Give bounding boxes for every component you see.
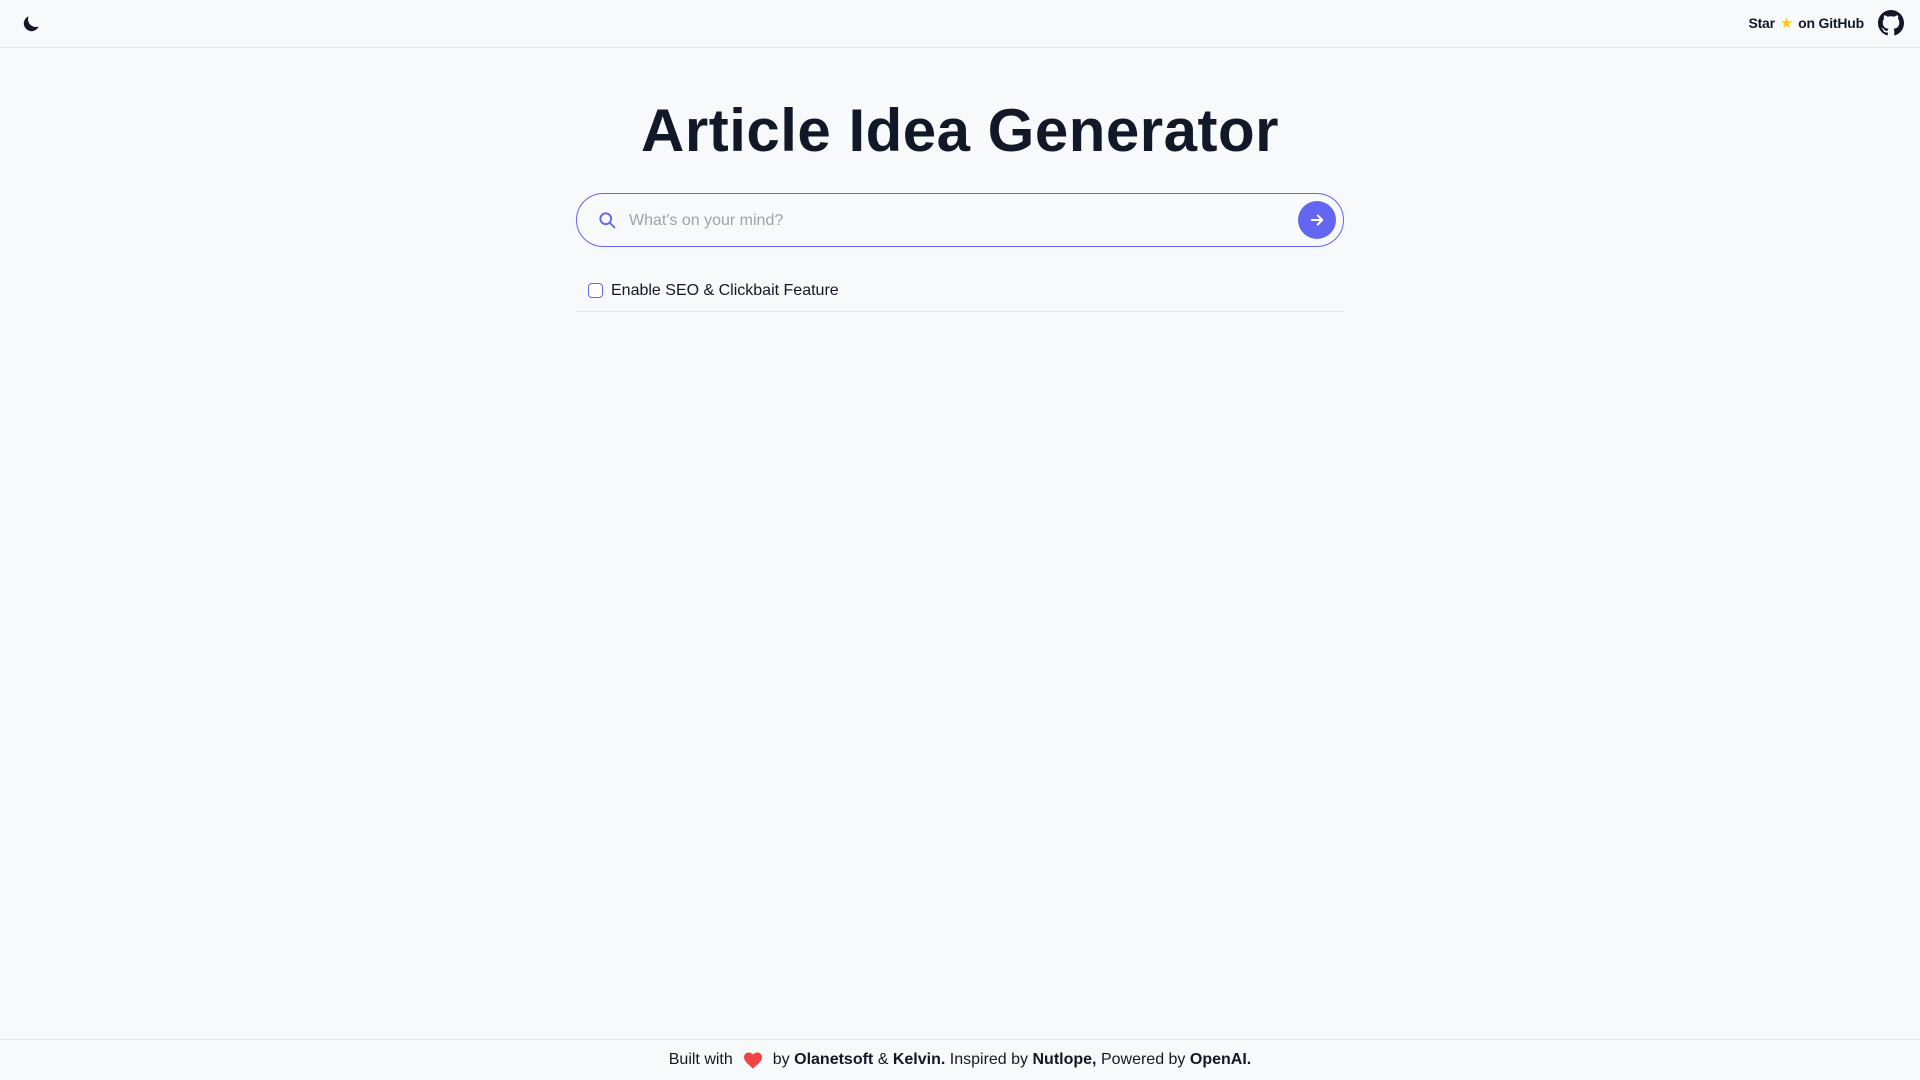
author-kelvin-link[interactable]: Kelvin. (893, 1051, 945, 1069)
github-label: on GitHub (1798, 15, 1864, 31)
heart-icon (743, 1052, 762, 1069)
footer-built-with: Built with (668, 1051, 733, 1068)
page-title: Article Idea Generator (641, 97, 1279, 164)
search-bar (576, 193, 1344, 247)
author-olanetsoft-link[interactable]: Olanetsoft (794, 1051, 873, 1069)
footer-by: by (772, 1051, 790, 1068)
top-bar: Star ★ on GitHub (0, 0, 1920, 48)
seo-clickbait-label[interactable]: Enable SEO & Clickbait Feature (611, 280, 839, 302)
github-area: Star ★ on GitHub (1748, 10, 1904, 36)
footer-amp: & (877, 1051, 889, 1068)
search-input[interactable] (627, 202, 1271, 240)
star-label: Star (1748, 15, 1775, 31)
arrow-right-icon (1310, 214, 1324, 226)
seo-option-row: Enable SEO & Clickbait Feature (576, 280, 1344, 312)
footer-inspired-by: Inspired by (949, 1051, 1029, 1068)
search-icon (599, 212, 616, 229)
footer-powered-by: Powered by (1100, 1051, 1186, 1068)
submit-button[interactable] (1298, 201, 1336, 239)
nutlope-link[interactable]: Nutlope, (1032, 1051, 1096, 1069)
github-icon[interactable] (1878, 10, 1904, 36)
seo-clickbait-checkbox[interactable] (588, 283, 603, 298)
moon-icon[interactable] (20, 13, 42, 35)
star-icon: ★ (1779, 15, 1794, 32)
footer: Built with by Olanetsoft & Kelvin. Inspi… (0, 1039, 1920, 1080)
star-on-github-link[interactable]: Star ★ on GitHub (1748, 14, 1864, 32)
openai-link[interactable]: OpenAI. (1190, 1051, 1251, 1069)
